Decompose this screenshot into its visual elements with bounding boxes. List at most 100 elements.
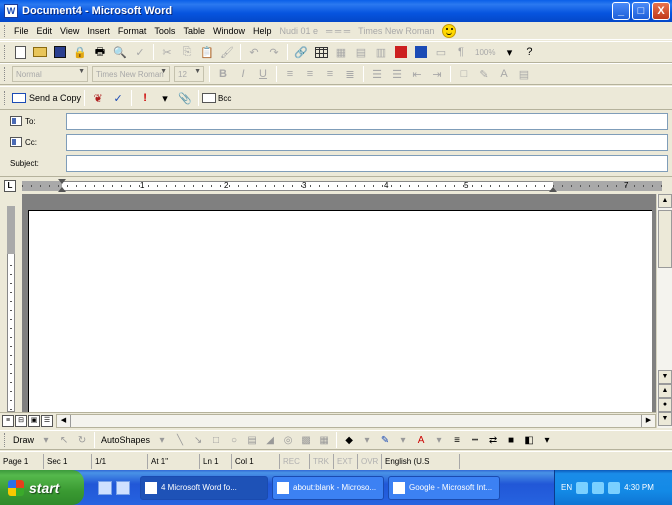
menu-view[interactable]: View (56, 26, 83, 36)
title-bar[interactable]: W Document4 - Microsoft Word _ □ X (0, 0, 672, 22)
copy-button[interactable]: ⎘ (178, 43, 196, 61)
horizontal-ruler[interactable]: L 1 2 3 4 5 7 (0, 176, 672, 194)
scroll-thumb[interactable] (658, 210, 672, 268)
underline-button[interactable]: U (254, 65, 272, 83)
borders-button[interactable]: □ (455, 65, 473, 83)
menu-help[interactable]: Help (249, 26, 276, 36)
bullets-button[interactable]: ☰ (388, 65, 406, 83)
line-color-icon[interactable]: ✎ (378, 433, 392, 447)
importance-button[interactable]: ! (136, 89, 154, 107)
normal-view-button[interactable]: ≡ (2, 414, 14, 427)
toolbar-grip[interactable] (4, 45, 7, 59)
line-style-icon[interactable]: ≡ (450, 433, 464, 447)
paste-button[interactable]: 📋 (198, 43, 216, 61)
toolbar-grip[interactable] (4, 67, 7, 81)
maximize-button[interactable]: □ (632, 2, 650, 20)
reading-button[interactable]: ▭ (432, 43, 450, 61)
subject-field[interactable] (66, 154, 668, 172)
new-document-button[interactable] (11, 43, 29, 61)
autoshapes-menu-button[interactable]: AutoShapes (101, 435, 150, 445)
importance-dropdown[interactable]: ▾ (156, 89, 174, 107)
taskbar-button-about-blank[interactable]: about:blank - Microso... (272, 475, 384, 500)
language-indicator[interactable]: EN (561, 483, 572, 492)
check-names-button[interactable]: ✓ (109, 89, 127, 107)
zoom-combo[interactable]: 100% (475, 48, 495, 57)
dash-style-icon[interactable]: ┅ (468, 433, 482, 447)
chevron-down-icon[interactable]: ▾ (360, 433, 374, 447)
close-button[interactable]: X (652, 2, 670, 20)
status-trk[interactable]: TRK (310, 453, 334, 469)
line-icon[interactable]: ╲ (173, 433, 187, 447)
columns-button[interactable]: ▥ (372, 43, 390, 61)
toolbar-grip[interactable] (4, 433, 7, 447)
font-color-button[interactable]: A (495, 65, 513, 83)
wordart-icon[interactable]: ◢ (263, 433, 277, 447)
font-combo[interactable]: Times New Roman ▼ (92, 66, 170, 82)
attach-file-button[interactable]: 📎 (176, 89, 194, 107)
minimize-button[interactable]: _ (612, 2, 630, 20)
menu-tools[interactable]: Tools (150, 26, 179, 36)
draw-menu-button[interactable]: Draw (13, 435, 34, 445)
text-box-icon[interactable]: ▤ (245, 433, 259, 447)
cc-label-button[interactable]: Cc: (0, 137, 66, 147)
word-app-icon[interactable]: W (4, 4, 18, 18)
chevron-down-icon[interactable]: ▾ (155, 433, 169, 447)
chevron-down-icon[interactable]: ▾ (396, 433, 410, 447)
format-painter-button[interactable]: 🖌 (218, 43, 236, 61)
show-hide-button[interactable]: ¶ (452, 43, 470, 61)
print-button[interactable]: 🖶 (91, 43, 109, 61)
status-language[interactable]: English (U.S (382, 453, 460, 469)
bold-button[interactable]: B (214, 65, 232, 83)
toolbar-grip[interactable] (4, 91, 7, 105)
show-desktop-icon[interactable] (116, 480, 130, 495)
picture-icon[interactable]: ▦ (317, 433, 331, 447)
taskbar-button-word[interactable]: 4 Microsoft Word fo... (140, 475, 268, 500)
increase-indent-button[interactable]: ⇥ (428, 65, 446, 83)
fill-color-icon[interactable]: ◆ (342, 433, 356, 447)
status-ovr[interactable]: OVR (358, 453, 382, 469)
menu-file[interactable]: File (10, 26, 33, 36)
insert-table-button[interactable]: ▦ (332, 43, 350, 61)
tables-borders-button[interactable] (312, 43, 330, 61)
italic-button[interactable]: I (234, 65, 252, 83)
previous-page-button[interactable]: ▲ (658, 384, 672, 398)
document-page[interactable] (28, 210, 652, 412)
bcc-button[interactable]: Bcc (202, 93, 231, 103)
taskbar-button-google[interactable]: Google - Microsoft Int... (388, 475, 500, 500)
cut-button[interactable]: ✂ (158, 43, 176, 61)
open-button[interactable] (31, 43, 49, 61)
right-indent-marker[interactable] (549, 187, 557, 192)
zoom-dropdown-arrow[interactable]: ▾ (500, 43, 518, 61)
menubar-font-box[interactable]: Times New Roman (354, 26, 438, 36)
chevron-down-icon[interactable]: ▼ (78, 68, 85, 75)
tray-app-icon[interactable] (576, 481, 589, 494)
horizontal-scrollbar[interactable]: ◀ ▶ (56, 413, 656, 428)
rotate-icon[interactable]: ↻ (75, 433, 89, 447)
rectangle-icon[interactable]: □ (209, 433, 223, 447)
chevron-down-icon[interactable]: ▾ (39, 433, 53, 447)
menu-window[interactable]: Window (209, 26, 249, 36)
vertical-scrollbar[interactable]: ▲ ▼ ▲ ● ▼ (656, 194, 672, 428)
menu-edit[interactable]: Edit (33, 26, 57, 36)
status-rec[interactable]: REC (280, 453, 310, 469)
clip-art-icon[interactable]: ▩ (299, 433, 313, 447)
numbering-button[interactable]: ☰ (368, 65, 386, 83)
align-left-button[interactable]: ≡ (281, 65, 299, 83)
scroll-left-button[interactable]: ◀ (57, 414, 71, 427)
permission-button[interactable]: 🔒 (71, 43, 89, 61)
oval-icon[interactable]: ○ (227, 433, 241, 447)
highlight-button[interactable]: ✎ (475, 65, 493, 83)
menubar-style-box[interactable]: Nudi 01 e (275, 26, 322, 36)
address-book-button[interactable]: ❦ (89, 89, 107, 107)
insert-excel-button[interactable]: ▤ (352, 43, 370, 61)
arrow-icon[interactable]: ↘ (191, 433, 205, 447)
vertical-ruler[interactable] (0, 194, 22, 412)
drawing-button[interactable] (392, 43, 410, 61)
hyperlink-button[interactable]: 🔗 (292, 43, 310, 61)
select-objects-icon[interactable]: ↖ (57, 433, 71, 447)
tab-selector[interactable]: L (4, 180, 16, 192)
internet-explorer-icon[interactable] (98, 480, 112, 495)
first-line-indent-marker[interactable] (58, 179, 66, 184)
toolbar-grip[interactable] (4, 24, 7, 37)
to-field[interactable] (66, 112, 668, 130)
